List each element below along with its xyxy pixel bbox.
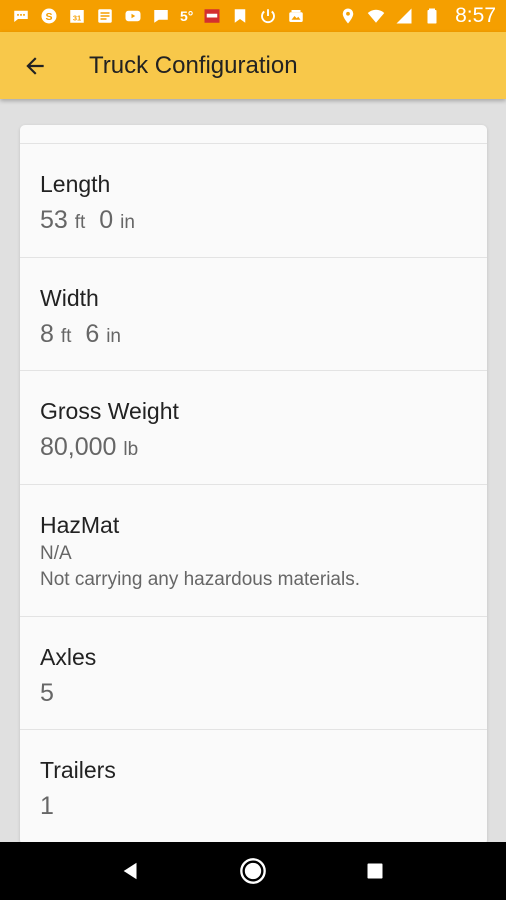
length-feet-value: 53: [40, 206, 68, 234]
setting-label: Trailers: [40, 757, 116, 783]
setting-row-width[interactable]: Width 8 ft 6 in: [20, 258, 487, 371]
news-icon: [96, 7, 114, 25]
home-circle-icon: [240, 858, 266, 884]
setting-label: HazMat: [40, 512, 120, 538]
width-inches-value: 6: [85, 320, 100, 348]
nav-back-button[interactable]: [113, 853, 149, 889]
setting-value: 80,000 lb: [40, 434, 467, 463]
calendar-icon: 31: [68, 7, 86, 25]
power-icon: [259, 7, 277, 25]
bookmark-icon: [231, 7, 249, 25]
arrow-back-icon: [26, 56, 44, 75]
setting-label: Width: [40, 285, 99, 311]
status-clock: 8:57: [455, 4, 496, 27]
sms-icon: [12, 7, 30, 25]
system-icons: 8:57: [339, 4, 496, 28]
length-inches-value: 0: [99, 206, 114, 234]
length-feet-unit: ft: [74, 212, 86, 233]
setting-label: Length: [40, 171, 111, 197]
page-title: Truck Configuration: [89, 51, 298, 79]
news-app-icon: [203, 7, 221, 25]
skype-icon: S: [40, 7, 58, 25]
gross-weight-unit: lb: [123, 439, 139, 460]
chat-icon: [152, 7, 170, 25]
signal-icon: [395, 7, 413, 25]
width-inches-unit: in: [106, 326, 121, 347]
app-bar: Truck Configuration: [0, 32, 506, 99]
nav-recents-button[interactable]: [357, 853, 393, 889]
temperature-text: 5°: [180, 8, 194, 24]
notification-icons: S 31 5°: [12, 7, 305, 25]
svg-text:31: 31: [73, 14, 81, 23]
youtube-icon: [124, 7, 142, 25]
hazmat-value: N/A: [40, 543, 72, 564]
trailers-value: 1: [40, 792, 54, 820]
wifi-icon: [367, 7, 385, 25]
status-bar: S 31 5° 8:57: [0, 0, 506, 32]
location-icon: [339, 7, 357, 25]
axles-value: 5: [40, 679, 54, 707]
setting-value: 53 ft 0 in: [40, 207, 467, 236]
setting-row-hazmat[interactable]: HazMat N/A Not carrying any hazardous ma…: [20, 485, 487, 617]
back-button[interactable]: [0, 32, 70, 99]
setting-row-length[interactable]: Length 53 ft 0 in: [20, 144, 487, 258]
gross-weight-value: 80,000: [40, 433, 117, 461]
setting-label: Gross Weight: [40, 398, 179, 424]
photo-icon: [287, 7, 305, 25]
width-feet-value: 8: [40, 320, 54, 348]
navigation-bar: [0, 842, 506, 900]
svg-text:S: S: [45, 11, 52, 23]
card-header-strip: [20, 125, 487, 144]
setting-label: Axles: [40, 644, 97, 670]
settings-card: Length 53 ft 0 in Width 8 ft 6 in Gross …: [20, 125, 487, 845]
recents-square-icon: [367, 863, 383, 879]
setting-row-axles[interactable]: Axles 5: [20, 617, 487, 730]
hazmat-description: Not carrying any hazardous materials.: [40, 569, 360, 590]
width-feet-unit: ft: [60, 326, 72, 347]
setting-value: 8 ft 6 in: [40, 321, 467, 350]
back-triangle-icon: [123, 862, 137, 880]
battery-icon: [423, 7, 441, 25]
length-inches-unit: in: [120, 212, 135, 233]
setting-row-trailers[interactable]: Trailers 1: [20, 730, 487, 843]
nav-home-button[interactable]: [235, 853, 271, 889]
setting-row-gross-weight[interactable]: Gross Weight 80,000 lb: [20, 371, 487, 485]
